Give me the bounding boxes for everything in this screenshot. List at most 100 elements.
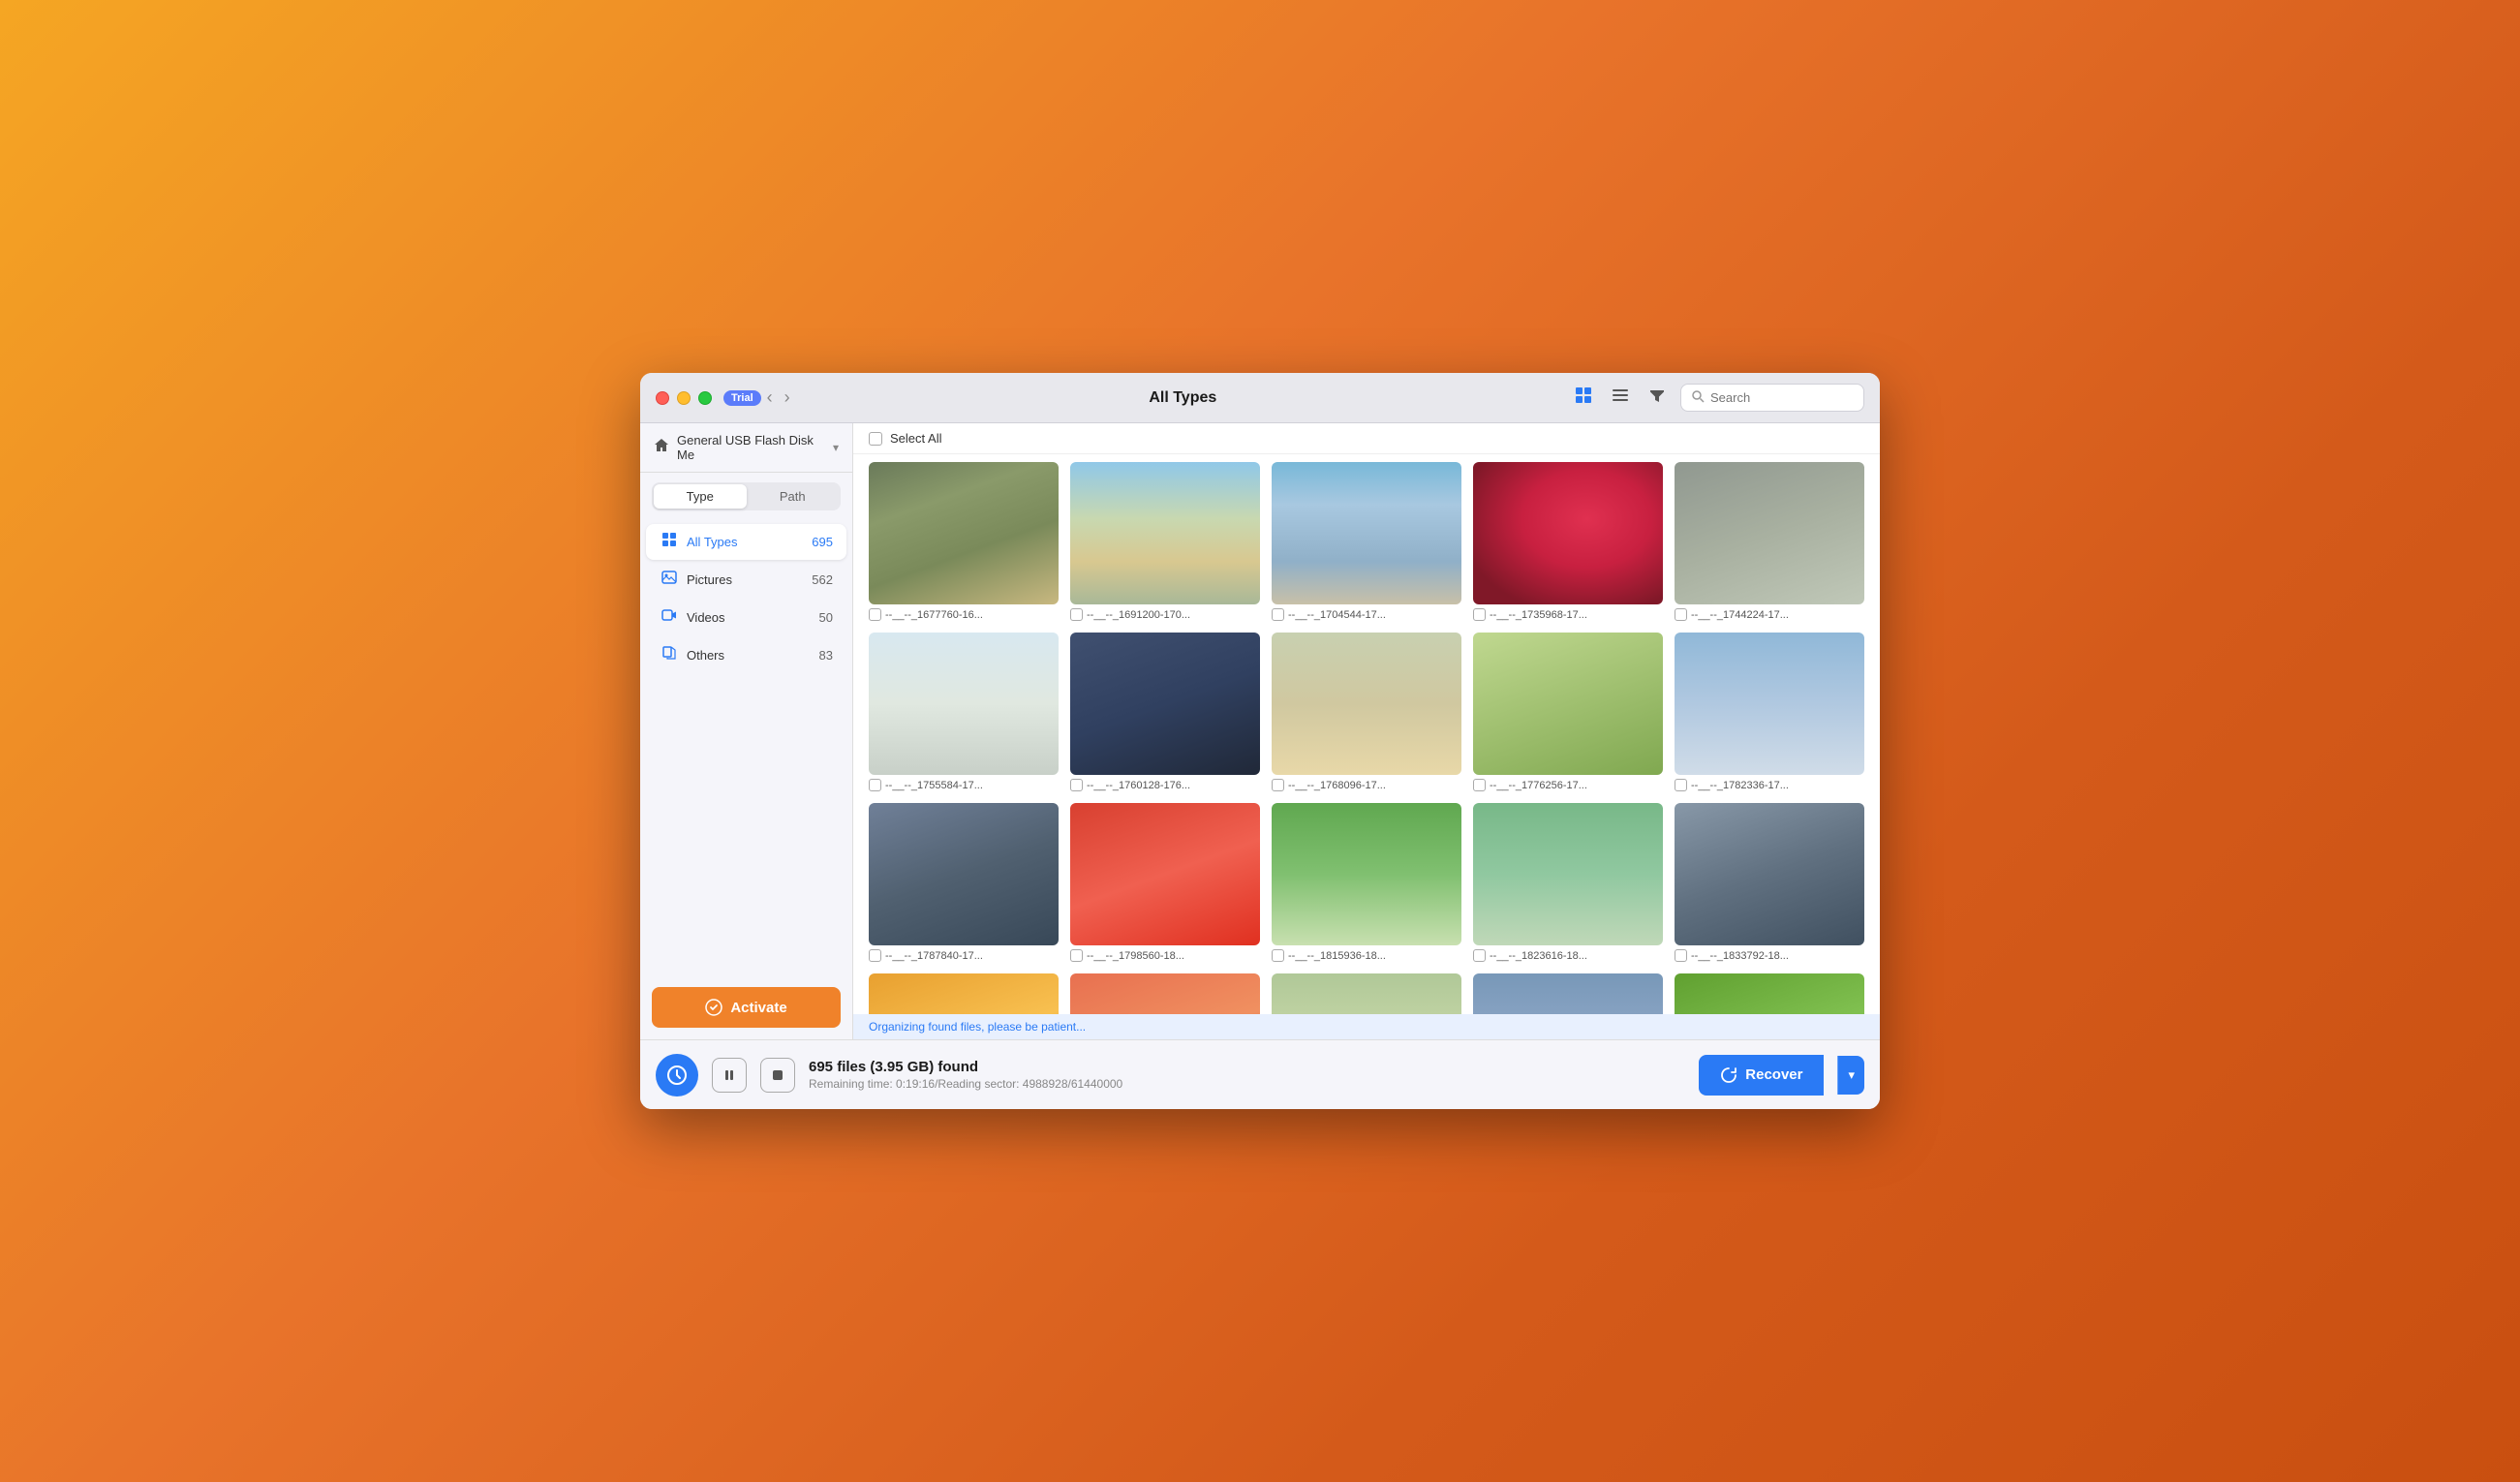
home-icon <box>654 438 669 458</box>
list-item[interactable]: --__--_1776256-17... <box>1473 633 1663 791</box>
trial-badge: Trial <box>723 390 761 406</box>
tab-path[interactable]: Path <box>747 484 840 509</box>
photo-checkbox[interactable] <box>1272 949 1284 962</box>
photo-name: --__--_1787840-17... <box>885 950 983 962</box>
list-item[interactable]: --__--_1815936-18... <box>1272 803 1461 962</box>
photo-thumbnail <box>1272 633 1461 775</box>
search-box <box>1680 384 1864 412</box>
photo-thumbnail <box>1675 803 1864 945</box>
photo-name: --__--_1735968-17... <box>1490 609 1587 621</box>
all-types-label: All Types <box>687 535 804 549</box>
photo-checkbox[interactable] <box>1473 779 1486 791</box>
recover-button[interactable]: Recover <box>1699 1055 1824 1096</box>
list-item[interactable]: --__--_1798560-18... <box>1070 803 1260 962</box>
photo-thumbnail <box>869 462 1059 604</box>
sidebar-header: General USB Flash Disk Me ▾ <box>640 423 852 473</box>
photo-thumbnail <box>1272 803 1461 945</box>
list-view-button[interactable] <box>1607 382 1634 414</box>
back-button[interactable]: ‹ <box>761 384 779 412</box>
photo-name: --__--_1755584-17... <box>885 780 983 791</box>
list-item[interactable]: --__--_1691200-170... <box>1070 462 1260 621</box>
recover-label: Recover <box>1745 1066 1802 1083</box>
organizing-bar: Organizing found files, please be patien… <box>853 1014 1880 1039</box>
status-files: 695 files (3.95 GB) found <box>809 1059 1685 1075</box>
list-item[interactable]: --__--_1755584-17... <box>869 633 1059 791</box>
photo-checkbox[interactable] <box>1272 608 1284 621</box>
list-item[interactable]: --__--_1833792-18... <box>1675 803 1864 962</box>
photo-name: --__--_1704544-17... <box>1288 609 1386 621</box>
list-item[interactable]: --__--_1782336-17... <box>1675 633 1864 791</box>
list-item[interactable]: --__--_1735968-17... <box>1473 462 1663 621</box>
search-input[interactable] <box>1710 390 1854 405</box>
search-icon <box>1691 389 1705 406</box>
stop-button[interactable] <box>760 1058 795 1093</box>
list-item[interactable]: --__--_1744224-17... <box>1675 462 1864 621</box>
activate-button[interactable]: Activate <box>652 987 841 1028</box>
list-item[interactable]: --__--_1760128-176... <box>1070 633 1260 791</box>
all-types-count: 695 <box>812 535 833 549</box>
list-item[interactable]: --__--_1768096-17... <box>1272 633 1461 791</box>
scan-icon-button[interactable] <box>656 1054 698 1096</box>
others-icon <box>660 645 679 665</box>
grid-view-button[interactable] <box>1570 382 1597 414</box>
photo-checkbox[interactable] <box>1473 949 1486 962</box>
photo-checkbox[interactable] <box>869 779 881 791</box>
pictures-icon <box>660 570 679 590</box>
list-item[interactable]: --__--_1823616-18... <box>1473 803 1663 962</box>
status-text: 695 files (3.95 GB) found Remaining time… <box>809 1059 1685 1091</box>
app-window: Trial ‹ › All Types <box>640 373 1880 1109</box>
list-item[interactable]: --__--_1874300-18... <box>1473 973 1663 1014</box>
photo-checkbox[interactable] <box>869 949 881 962</box>
photo-checkbox[interactable] <box>869 608 881 621</box>
photo-checkbox[interactable] <box>1473 608 1486 621</box>
pause-button[interactable] <box>712 1058 747 1093</box>
photo-thumbnail <box>869 633 1059 775</box>
select-all-checkbox[interactable] <box>869 432 882 446</box>
photo-thumbnail <box>869 803 1059 945</box>
minimize-button[interactable] <box>677 391 691 405</box>
device-name: General USB Flash Disk Me <box>677 433 825 462</box>
sidebar-item-all-types[interactable]: All Types 695 <box>646 524 846 560</box>
list-item[interactable]: --__--_1863200-18... <box>1272 973 1461 1014</box>
close-button[interactable] <box>656 391 669 405</box>
list-item[interactable]: --__--_1840128-18... <box>869 973 1059 1014</box>
list-item[interactable]: --__--_1852400-18... <box>1070 973 1260 1014</box>
photo-checkbox[interactable] <box>1070 779 1083 791</box>
sidebar-list: All Types 695 Pictures 562 <box>640 518 852 975</box>
maximize-button[interactable] <box>698 391 712 405</box>
sidebar-item-others[interactable]: Others 83 <box>646 637 846 673</box>
filter-button[interactable] <box>1644 382 1671 414</box>
list-item[interactable]: --__--_1677760-16... <box>869 462 1059 621</box>
photo-checkbox[interactable] <box>1675 779 1687 791</box>
photo-thumbnail <box>1675 633 1864 775</box>
select-all-bar: Select All <box>853 423 1880 454</box>
device-dropdown-icon[interactable]: ▾ <box>833 441 839 454</box>
main-content: General USB Flash Disk Me ▾ Type Path <box>640 423 1880 1039</box>
photo-name: --__--_1691200-170... <box>1087 609 1190 621</box>
videos-icon <box>660 607 679 628</box>
toolbar-right <box>1570 382 1864 414</box>
photo-checkbox[interactable] <box>1272 779 1284 791</box>
sidebar-item-videos[interactable]: Videos 50 <box>646 600 846 635</box>
tab-switcher: Type Path <box>652 482 841 510</box>
videos-label: Videos <box>687 610 812 625</box>
photo-checkbox[interactable] <box>1070 949 1083 962</box>
organizing-message: Organizing found files, please be patien… <box>869 1020 1086 1034</box>
photo-name: --__--_1815936-18... <box>1288 950 1386 962</box>
recover-dropdown-button[interactable]: ▾ <box>1837 1056 1864 1095</box>
traffic-lights <box>656 391 712 405</box>
page-title: All Types <box>796 389 1570 407</box>
status-detail: Remaining time: 0:19:16/Reading sector: … <box>809 1077 1685 1091</box>
sidebar-item-pictures[interactable]: Pictures 562 <box>646 562 846 598</box>
photo-thumbnail <box>1272 462 1461 604</box>
photo-checkbox[interactable] <box>1675 608 1687 621</box>
list-item[interactable]: --__--_1704544-17... <box>1272 462 1461 621</box>
tab-type[interactable]: Type <box>654 484 747 509</box>
photo-name: --__--_1782336-17... <box>1691 780 1789 791</box>
list-item[interactable]: --__--_1885600-18... <box>1675 973 1864 1014</box>
forward-button[interactable]: › <box>779 384 796 412</box>
photo-name: --__--_1768096-17... <box>1288 780 1386 791</box>
photo-checkbox[interactable] <box>1070 608 1083 621</box>
list-item[interactable]: --__--_1787840-17... <box>869 803 1059 962</box>
photo-checkbox[interactable] <box>1675 949 1687 962</box>
